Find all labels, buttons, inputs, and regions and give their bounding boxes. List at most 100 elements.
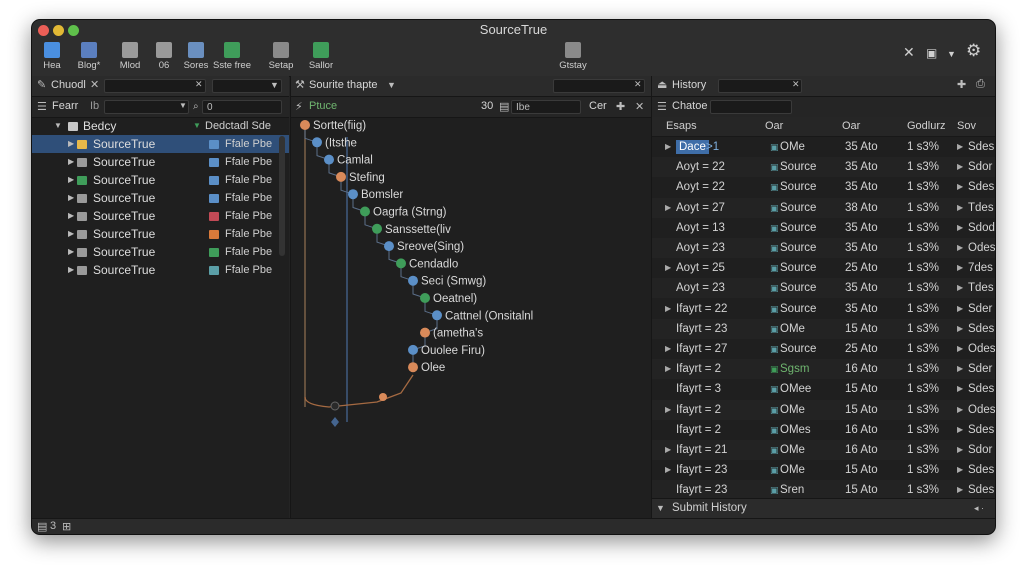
- chevron-down-icon[interactable]: ▼: [179, 101, 187, 110]
- search-icon[interactable]: ⌕: [193, 101, 199, 112]
- history-cell-age: 35 Ato: [845, 302, 878, 315]
- magic-wand-icon[interactable]: ⚡: [295, 100, 303, 113]
- clear-search-icon[interactable]: ✕: [634, 79, 642, 90]
- commit-node[interactable]: [336, 171, 346, 182]
- history-row[interactable]: ▶ Aoyt = 27 ▣ Source 38 Ato 1 s3% ▶ Tdes: [652, 197, 995, 218]
- history-filter-input[interactable]: [710, 100, 792, 114]
- chevron-right-icon: ▶: [957, 142, 964, 151]
- history-row[interactable]: Ifayrt = 2 ▣ OMes 16 Ato 1 s3% ▶ Sdes: [652, 420, 995, 440]
- toolbar-button-settings-doc[interactable]: Gtstay: [553, 40, 593, 74]
- history-search-input[interactable]: [718, 79, 802, 93]
- commit-node[interactable]: [420, 293, 430, 303]
- tree-item[interactable]: ▶ SourceTrue Ffale Pbe: [32, 225, 289, 243]
- add-icon[interactable]: ✚: [616, 100, 625, 113]
- tree-filter-input[interactable]: [104, 100, 189, 114]
- commit-node[interactable]: [408, 362, 418, 373]
- commit-node[interactable]: [312, 137, 322, 148]
- toolbar-button-stash[interactable]: Setap: [261, 40, 301, 74]
- commit-node[interactable]: [324, 154, 334, 165]
- commit-node[interactable]: [300, 120, 310, 130]
- commit-graph[interactable]: Sortte(fiig) (Itsthe Camlal Stefing Bomsler O…: [291, 117, 651, 517]
- tree-scrollbar[interactable]: [279, 136, 285, 256]
- history-cell-name: Ifayrt = 27: [676, 343, 728, 355]
- history-column-header[interactable]: Godlurz: [907, 120, 946, 132]
- history-row[interactable]: Ifayrt = 23 ▣ OMe 15 Ato 1 s3% ▶ Sdes: [652, 318, 995, 339]
- history-row[interactable]: ▶ Ifayrt = 23 ▣ OMe 15 Ato 1 s3% ▶ Sdes: [652, 460, 995, 480]
- status-grid-icon[interactable]: ⊞: [62, 520, 71, 533]
- status-doc-icon[interactable]: ▤: [37, 520, 47, 533]
- commit-node[interactable]: [331, 417, 339, 427]
- chevron-down-icon[interactable]: ▼: [387, 80, 396, 90]
- tree-root-row[interactable]: ▼ Bedcy ▼ Dedctadl Sde: [32, 117, 289, 135]
- graph-filter-action[interactable]: Cer: [589, 100, 607, 112]
- clear-search-icon[interactable]: ✕: [792, 79, 800, 90]
- close-tab-icon[interactable]: ✕: [90, 78, 99, 91]
- commit-node[interactable]: [408, 275, 418, 286]
- tree-item[interactable]: ▶ SourceTrue Ffale Pbe: [32, 243, 289, 261]
- commit-node[interactable]: [396, 258, 406, 269]
- chevron-down-icon[interactable]: ▼: [270, 80, 279, 90]
- tree-item[interactable]: ▶ SourceTrue Ffale Pbe: [32, 261, 289, 279]
- history-row[interactable]: Ifayrt = 3 ▣ OMee 15 Ato 1 s3% ▶ Sdes: [652, 379, 995, 399]
- close-icon[interactable]: ✕: [635, 100, 644, 113]
- commit-node[interactable]: [372, 223, 382, 234]
- toolbar-button-branch[interactable]: Sores: [176, 40, 216, 74]
- filter-icon[interactable]: ▤: [499, 100, 509, 113]
- resize-icon[interactable]: ◂ ·: [974, 503, 984, 514]
- toolbar-button-commit[interactable]: Blog*: [69, 40, 109, 74]
- tree-item[interactable]: ▶ SourceTrue Ffale Pbe: [32, 135, 289, 153]
- history-row[interactable]: Aoyt = 23 ▣ Source 35 Ato 1 s3% ▶ Tdes: [652, 278, 995, 299]
- history-row[interactable]: Aoyt = 22 ▣ Source 35 Ato 1 s3% ▶ Sdes: [652, 177, 995, 197]
- close-icon[interactable]: ✕: [903, 44, 915, 61]
- chevron-down-icon[interactable]: ▼: [656, 503, 665, 513]
- clear-search-icon[interactable]: ✕: [195, 79, 203, 90]
- tree-count-field[interactable]: 0: [202, 100, 282, 114]
- history-row[interactable]: ▶ Ifayrt = 21 ▣ OMe 16 Ato 1 s3% ▶ Sdor: [652, 440, 995, 460]
- history-column-header[interactable]: Esaps: [666, 120, 697, 132]
- tree-item[interactable]: ▶ SourceTrue Ffale Pbe: [32, 153, 289, 171]
- file-search-input[interactable]: [104, 79, 206, 93]
- history-row[interactable]: ▶ Ifayrt = 22 ▣ Source 35 Ato 1 s3% ▶ Sder: [652, 299, 995, 319]
- history-column-header[interactable]: Sov: [957, 120, 976, 132]
- graph-search-input[interactable]: [553, 79, 645, 93]
- list-icon[interactable]: ☰: [657, 100, 667, 113]
- history-column-header[interactable]: Oar: [765, 120, 783, 132]
- stash-icon: [273, 42, 289, 58]
- graph-filter-input[interactable]: Ibe: [511, 100, 581, 114]
- history-row[interactable]: ▶ Ifayrt = 2 ▣ Sgsm 16 Ato 1 s3% ▶ Sder: [652, 359, 995, 380]
- commit-node[interactable]: [384, 241, 394, 252]
- commit-node[interactable]: [420, 327, 430, 338]
- history-row[interactable]: ▶ Ifayrt = 2 ▣ OMe 15 Ato 1 s3% ▶ Odes: [652, 399, 995, 420]
- tree-item[interactable]: ▶ SourceTrue Ffale Pbe: [32, 207, 289, 225]
- sidebar-icon[interactable]: ▣: [926, 46, 937, 60]
- commit-node[interactable]: [330, 401, 340, 411]
- history-column-header[interactable]: Oar: [842, 120, 860, 132]
- commit-node[interactable]: [408, 344, 418, 355]
- list-icon[interactable]: ☰: [37, 100, 47, 113]
- history-row[interactable]: Aoyt = 13 ▣ Source 35 Ato 1 s3% ▶ Sdod: [652, 218, 995, 238]
- history-footer-label[interactable]: Submit History: [672, 502, 747, 514]
- gear-icon[interactable]: ⚙: [966, 41, 981, 61]
- toolbar-button-document[interactable]: Hea: [32, 40, 72, 74]
- toolbar-button-tag[interactable]: Sallor: [301, 40, 341, 74]
- history-row[interactable]: ▶ Dace >1 ▣ OMe 35 Ato 1 s3% ▶ Sdes: [652, 137, 995, 157]
- history-row[interactable]: Aoyt = 22 ▣ Source 35 Ato 1 s3% ▶ Sdor: [652, 157, 995, 178]
- dropdown-icon[interactable]: ▼: [947, 49, 956, 59]
- history-cell-status: Sdes: [968, 423, 995, 436]
- source-icon: ▣: [770, 182, 779, 193]
- history-row[interactable]: ▶ Ifayrt = 27 ▣ Source 25 Ato 1 s3% ▶ Odes: [652, 339, 995, 359]
- commit-node[interactable]: [379, 393, 387, 401]
- toolbar-button-merge[interactable]: Sste free: [212, 40, 252, 74]
- commit-node[interactable]: [348, 189, 358, 200]
- commit-node[interactable]: [360, 206, 370, 217]
- tree-item[interactable]: ▶ SourceTrue Ffale Pbe: [32, 189, 289, 207]
- pin-icon[interactable]: ✚: [957, 78, 966, 91]
- export-icon[interactable]: ⎙: [976, 78, 985, 91]
- chevron-down-icon[interactable]: ▼: [54, 117, 62, 135]
- folder-icon: [77, 158, 87, 167]
- commit-node[interactable]: [432, 310, 442, 321]
- history-row[interactable]: Aoyt = 23 ▣ Source 35 Ato 1 s3% ▶ Odes: [652, 238, 995, 258]
- chevron-right-icon: ▶: [68, 211, 75, 220]
- history-row[interactable]: ▶ Aoyt = 25 ▣ Source 25 Ato 1 s3% ▶ 7des: [652, 258, 995, 278]
- tree-item[interactable]: ▶ SourceTrue Ffale Pbe: [32, 171, 289, 189]
